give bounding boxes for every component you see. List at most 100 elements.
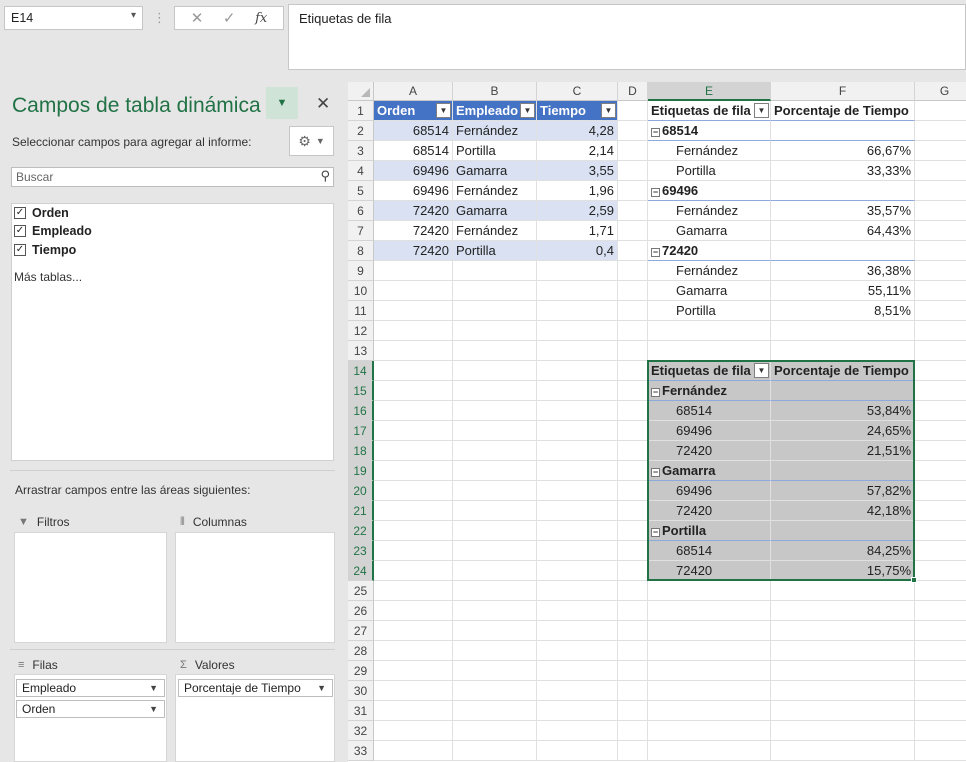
filter-dropdown-icon[interactable]: ▼ [520,103,535,118]
cell[interactable] [453,401,537,421]
cell[interactable] [453,521,537,541]
drag-handle-icon[interactable]: ⋮ [153,10,166,26]
table-cell[interactable]: Fernández [453,121,537,141]
cell[interactable] [453,721,537,741]
cell[interactable] [618,721,648,741]
collapse-icon[interactable]: − [651,128,660,137]
row-header[interactable]: 18 [348,441,374,461]
cell[interactable] [915,321,966,341]
pivot-item-label[interactable]: 69496 [648,421,771,441]
cell[interactable] [648,701,771,721]
row-header[interactable]: 3 [348,141,374,161]
pivot-item-value[interactable]: 21,51% [771,441,915,461]
pivot-group-value[interactable] [771,241,915,261]
pivot-item-label[interactable]: 68514 [648,401,771,421]
cell[interactable] [453,261,537,281]
row-header[interactable]: 25 [348,581,374,601]
area-item-orden[interactable]: Orden ▼ [16,700,165,718]
pivot-header-value[interactable]: Porcentaje de Tiempo [771,361,915,381]
column-header-c[interactable]: C [537,82,618,101]
filter-dropdown-icon[interactable]: ▼ [601,103,616,118]
formula-input[interactable]: Etiquetas de fila [288,4,966,70]
cell[interactable] [374,681,453,701]
cell[interactable] [648,621,771,641]
table-cell[interactable]: 68514 [374,121,453,141]
chevron-down-icon[interactable]: ▼ [317,683,326,693]
pivot-item-value[interactable]: 55,11% [771,281,915,301]
cell[interactable] [915,441,966,461]
pivot-item-label[interactable]: 72420 [648,561,771,581]
cell[interactable] [915,161,966,181]
cell[interactable] [537,301,618,321]
pivot-item-value[interactable]: 33,33% [771,161,915,181]
cell[interactable] [374,701,453,721]
cell[interactable] [453,501,537,521]
cell[interactable] [374,481,453,501]
cell[interactable] [618,681,648,701]
cell[interactable] [771,661,915,681]
pivot-item-value[interactable]: 15,75% [771,561,915,581]
row-header[interactable]: 27 [348,621,374,641]
cell[interactable] [771,721,915,741]
cell[interactable] [915,181,966,201]
cell[interactable] [453,441,537,461]
cell[interactable] [537,381,618,401]
pivot-group-label[interactable]: − Gamarra [648,461,771,481]
name-box[interactable]: E14 ▾ [4,6,143,30]
row-header[interactable]: 31 [348,701,374,721]
cell[interactable] [915,581,966,601]
cell[interactable] [915,461,966,481]
pivot-item-label[interactable]: Fernández [648,261,771,281]
cell[interactable] [537,741,618,761]
cell[interactable] [453,541,537,561]
cell[interactable] [453,301,537,321]
pivot-item-value[interactable]: 57,82% [771,481,915,501]
cell[interactable] [618,161,648,181]
field-tiempo[interactable]: ✓ Tiempo [14,241,76,259]
row-header[interactable]: 28 [348,641,374,661]
cell[interactable] [537,321,618,341]
pivot-group-label[interactable]: −72420 [648,241,771,261]
cell[interactable] [915,401,966,421]
row-header[interactable]: 14 [348,361,374,381]
cell[interactable] [453,461,537,481]
cell[interactable] [374,301,453,321]
cell[interactable] [374,721,453,741]
cell[interactable] [618,421,648,441]
filter-dropdown-icon[interactable]: ▼ [436,103,451,118]
row-header[interactable]: 19 [348,461,374,481]
row-header[interactable]: 29 [348,661,374,681]
row-header[interactable]: 10 [348,281,374,301]
cell[interactable] [915,361,966,381]
collapse-icon[interactable]: − [651,188,660,197]
row-header[interactable]: 12 [348,321,374,341]
chevron-down-icon[interactable]: ▾ [131,10,136,21]
table-cell[interactable]: 72420 [374,201,453,221]
cell[interactable] [915,501,966,521]
cell[interactable] [915,661,966,681]
row-header[interactable]: 6 [348,201,374,221]
cell[interactable] [771,581,915,601]
search-input[interactable]: Buscar ⚲ [11,167,334,187]
select-all-button[interactable] [348,82,374,101]
cell[interactable] [618,341,648,361]
table-cell[interactable]: 69496 [374,161,453,181]
cell[interactable] [618,101,648,121]
cell[interactable] [618,221,648,241]
cell[interactable] [618,181,648,201]
row-header[interactable]: 24 [348,561,374,581]
pivot-item-value[interactable]: 24,65% [771,421,915,441]
collapse-icon[interactable]: − [651,468,660,477]
pivot-item-label[interactable]: 69496 [648,481,771,501]
cell[interactable] [915,201,966,221]
cell[interactable] [618,261,648,281]
checkbox-checked[interactable]: ✓ [14,207,26,219]
cell[interactable] [453,601,537,621]
table-header-cell[interactable]: Empleado ▼ [453,101,537,121]
pivot-group-value[interactable] [771,381,915,401]
cell[interactable] [915,681,966,701]
cell[interactable] [618,241,648,261]
pivot-group-value[interactable] [771,461,915,481]
close-icon[interactable]: ✕ [191,9,204,27]
cell[interactable] [915,141,966,161]
